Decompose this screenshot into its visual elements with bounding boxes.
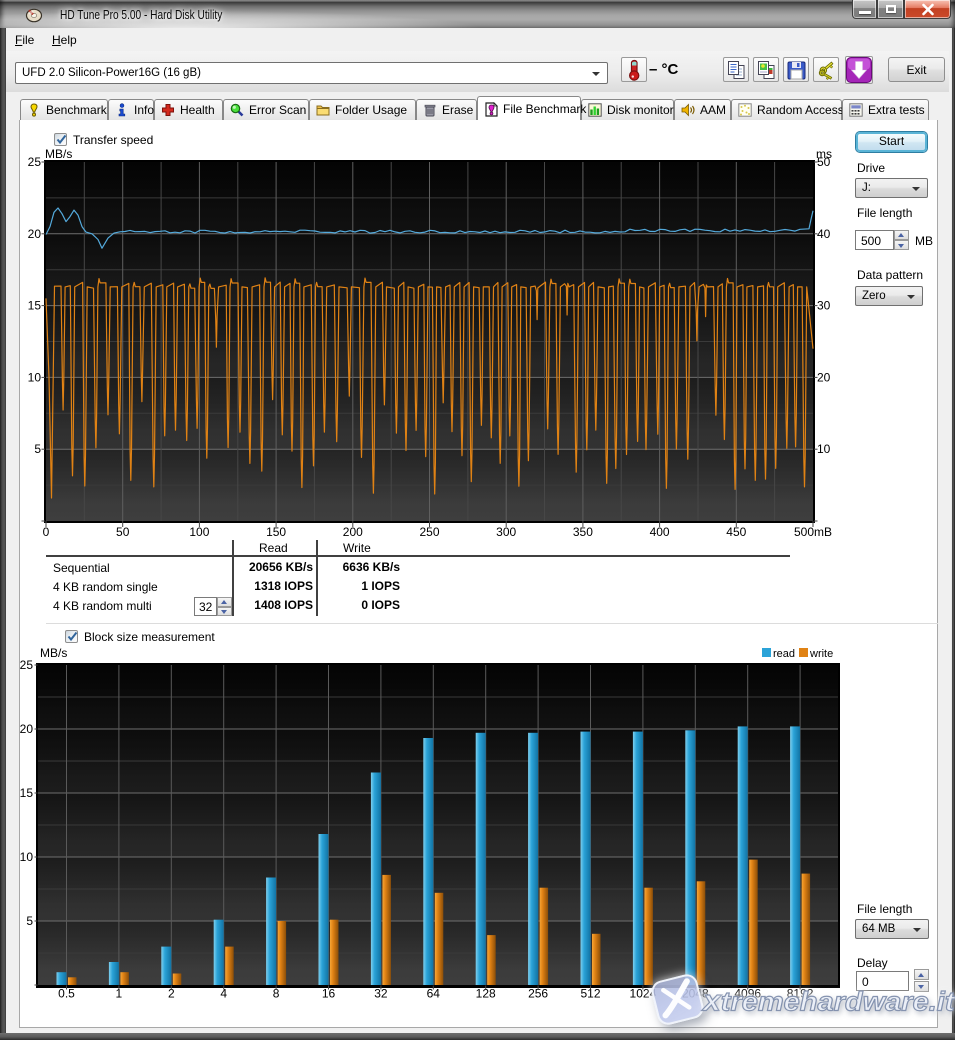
svg-text:500mB: 500mB [794,525,832,539]
svg-text:30: 30 [817,299,831,313]
svg-text:10: 10 [28,370,42,384]
svg-text:read: read [773,648,795,660]
svg-text:300: 300 [496,525,516,539]
svg-text:25: 25 [28,155,42,169]
svg-text:write: write [809,648,833,660]
svg-text:150: 150 [266,525,286,539]
svg-text:MB/s: MB/s [40,646,67,660]
svg-text:20: 20 [817,370,831,384]
svg-text:200: 200 [343,525,363,539]
svg-text:50: 50 [817,155,831,169]
svg-text:15: 15 [20,786,34,800]
svg-text:15: 15 [28,299,42,313]
svg-text:100: 100 [189,525,209,539]
svg-text:10: 10 [817,442,831,456]
svg-text:400: 400 [650,525,670,539]
svg-text:25: 25 [20,658,34,672]
svg-text:5: 5 [34,442,41,456]
svg-text:250: 250 [419,525,439,539]
svg-text:MB/s: MB/s [45,147,72,161]
svg-text:20: 20 [28,227,42,241]
svg-text:5: 5 [26,914,33,928]
svg-text:350: 350 [573,525,593,539]
svg-text:0: 0 [43,525,50,539]
svg-text:10: 10 [20,850,34,864]
svg-text:40: 40 [817,227,831,241]
svg-text:50: 50 [116,525,130,539]
svg-text:450: 450 [726,525,746,539]
svg-text:20: 20 [20,722,34,736]
